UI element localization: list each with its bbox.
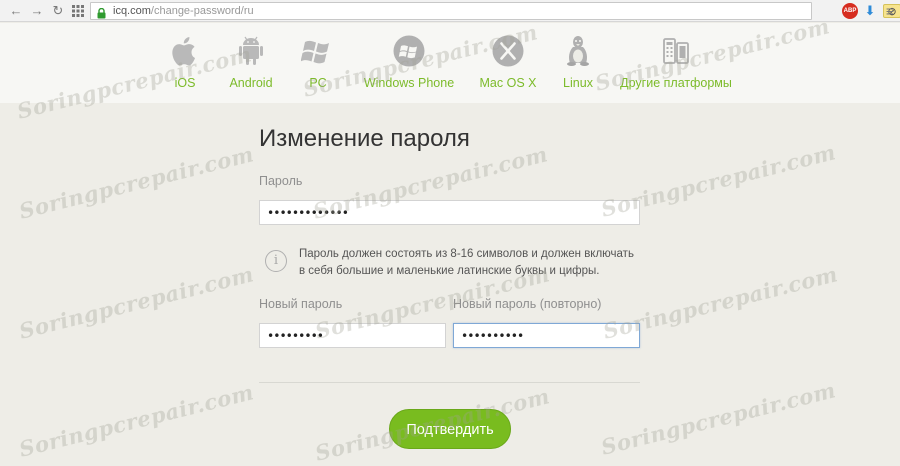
watermark: Soringpcrepair.com (598, 377, 839, 460)
windows-phone-icon (392, 33, 426, 69)
platform-ios[interactable]: iOS (163, 23, 207, 103)
new-password-label: Новый пароль (259, 297, 343, 311)
platform-other[interactable]: Другие платформы (620, 23, 732, 103)
other-platforms-icon (659, 33, 693, 69)
linux-icon (561, 33, 595, 69)
password-label: Пароль (259, 174, 303, 188)
platform-pc[interactable]: PC (298, 23, 338, 103)
platform-label-ios: iOS (174, 76, 196, 90)
repeat-password-input[interactable] (453, 323, 640, 348)
watermark: Soringpcrepair.com (16, 261, 257, 344)
apps-grid-icon[interactable] (70, 3, 86, 19)
platform-nav: iOS Android PC Windows Phone Mac OS X Li… (0, 23, 900, 103)
platform-label-linux: Linux (563, 76, 593, 90)
platform-linux[interactable]: Linux (558, 23, 598, 103)
forward-arrow-icon[interactable]: → (29, 3, 45, 19)
lock-icon (97, 6, 106, 24)
adblock-label: ABP (843, 8, 857, 14)
repeat-password-label: Новый пароль (повторно) (453, 297, 602, 311)
page-title: Изменение пароля (259, 125, 470, 152)
watermark: Soringpcrepair.com (16, 379, 257, 462)
platform-android[interactable]: Android (226, 23, 276, 103)
url-path: /change-password/ru (150, 5, 254, 17)
platform-windows-phone[interactable]: Windows Phone (362, 23, 456, 103)
platform-mac-os-x[interactable]: Mac OS X (478, 23, 538, 103)
browser-toolbar: ← → ↻ icq.com/change-password/ru ⊘ ♥ ABP… (0, 0, 900, 22)
new-password-input[interactable] (259, 323, 446, 348)
mac-os-x-icon (491, 33, 525, 69)
windows-icon (300, 33, 335, 69)
platform-label-android: Android (229, 76, 273, 90)
info-icon: i (265, 250, 287, 272)
password-input[interactable] (259, 200, 640, 225)
url-host: icq.com (113, 5, 151, 17)
url-text: icq.com/change-password/ru (113, 5, 254, 17)
address-bar[interactable]: icq.com/change-password/ru ⊘ ♥ (90, 2, 900, 20)
back-arrow-icon[interactable]: ← (8, 3, 24, 19)
reload-icon[interactable]: ↻ (50, 3, 66, 19)
download-icon[interactable]: ⬇ (862, 3, 878, 19)
platform-label-windows-phone: Windows Phone (363, 76, 455, 90)
apple-icon (168, 33, 202, 69)
platform-label-other: Другие платформы (620, 76, 732, 90)
watermark: Soringpcrepair.com (16, 141, 257, 224)
platform-label-mac-os-x: Mac OS X (479, 76, 537, 90)
submit-button[interactable]: Подтвердить (389, 409, 511, 449)
menu-icon[interactable]: ≡ (882, 3, 898, 19)
platform-label-pc: PC (309, 76, 327, 90)
password-hint: Пароль должен состоять из 8-16 символов … (299, 248, 634, 277)
android-icon (234, 33, 268, 69)
divider (259, 382, 640, 383)
adblock-icon[interactable]: ABP (842, 3, 858, 19)
